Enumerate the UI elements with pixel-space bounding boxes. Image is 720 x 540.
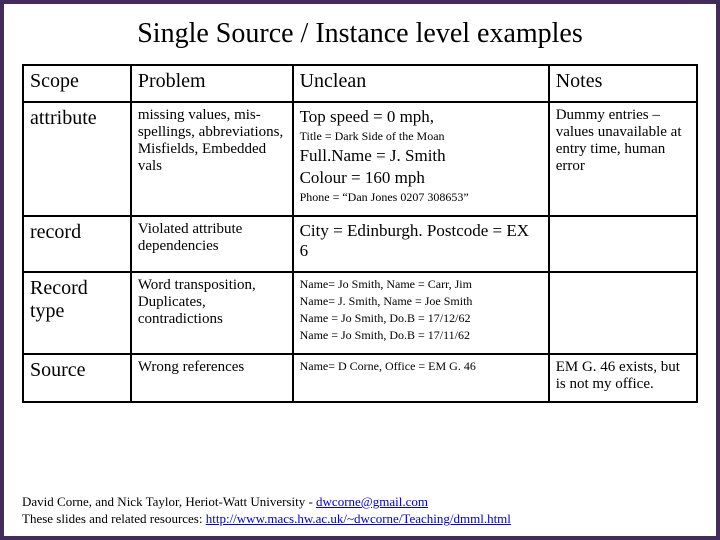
slide-footer: David Corne, and Nick Taylor, Heriot-Wat…: [22, 493, 698, 528]
table-row: attributemissing values, mis-spellings, …: [23, 102, 697, 216]
col-scope: Scope: [23, 65, 131, 102]
footer-text: These slides and related resources:: [22, 511, 206, 526]
slide-title: Single Source / Instance level examples: [22, 18, 698, 50]
unclean-line: City = Edinburgh. Postcode = EX 6: [300, 221, 542, 261]
cell-unclean: Name= Jo Smith, Name = Carr, Jim Name= J.…: [293, 272, 549, 354]
cell-notes: Dummy entries – values unavailable at en…: [549, 102, 697, 216]
table-row: recordViolated attribute dependenciesCit…: [23, 216, 697, 272]
cell-scope: Record type: [23, 272, 131, 354]
cell-unclean: Name= D Corne, Office = EM G. 46: [293, 354, 549, 402]
examples-table: Scope Problem Unclean Notes attributemis…: [22, 64, 698, 403]
col-notes: Notes: [549, 65, 697, 102]
unclean-line: Name= D Corne, Office = EM G. 46: [300, 359, 542, 374]
unclean-line: Name = Jo Smith, Do.B = 17/11/62: [300, 328, 542, 343]
unclean-line: Phone = “Dan Jones 0207 308653”: [300, 190, 542, 205]
table-header-row: Scope Problem Unclean Notes: [23, 65, 697, 102]
table-row: Record typeWord transposition, Duplicate…: [23, 272, 697, 354]
cell-notes: EM G. 46 exists, but is not my office.: [549, 354, 697, 402]
footer-text: David Corne, and Nick Taylor, Heriot-Wat…: [22, 494, 316, 509]
cell-unclean: City = Edinburgh. Postcode = EX 6: [293, 216, 549, 272]
footer-line-1: David Corne, and Nick Taylor, Heriot-Wat…: [22, 493, 698, 511]
cell-unclean: Top speed = 0 mph, Title = Dark Side of t…: [293, 102, 549, 216]
unclean-line: Colour = 160 mph: [300, 168, 542, 188]
cell-problem: missing values, mis-spellings, abbreviat…: [131, 102, 293, 216]
unclean-line: Name= J. Smith, Name = Joe Smith: [300, 294, 542, 309]
cell-problem: Wrong references: [131, 354, 293, 402]
cell-scope: Source: [23, 354, 131, 402]
unclean-line: Full.Name = J. Smith: [300, 146, 542, 166]
unclean-line: Name = Jo Smith, Do.B = 17/12/62: [300, 311, 542, 326]
slide: Single Source / Instance level examples …: [0, 0, 720, 540]
cell-problem: Violated attribute dependencies: [131, 216, 293, 272]
unclean-line: Title = Dark Side of the Moan: [300, 129, 542, 144]
col-problem: Problem: [131, 65, 293, 102]
unclean-line: Top speed = 0 mph,: [300, 107, 542, 127]
col-unclean: Unclean: [293, 65, 549, 102]
cell-notes: [549, 216, 697, 272]
footer-email-link[interactable]: dwcorne@gmail.com: [316, 494, 428, 509]
table-row: SourceWrong references Name= D Corne, Off…: [23, 354, 697, 402]
cell-scope: attribute: [23, 102, 131, 216]
unclean-line: Name= Jo Smith, Name = Carr, Jim: [300, 277, 542, 292]
footer-url-link[interactable]: http://www.macs.hw.ac.uk/~dwcorne/Teachi…: [206, 511, 511, 526]
cell-notes: [549, 272, 697, 354]
cell-problem: Word transposition, Duplicates, contradi…: [131, 272, 293, 354]
footer-line-2: These slides and related resources: http…: [22, 510, 698, 528]
cell-scope: record: [23, 216, 131, 272]
